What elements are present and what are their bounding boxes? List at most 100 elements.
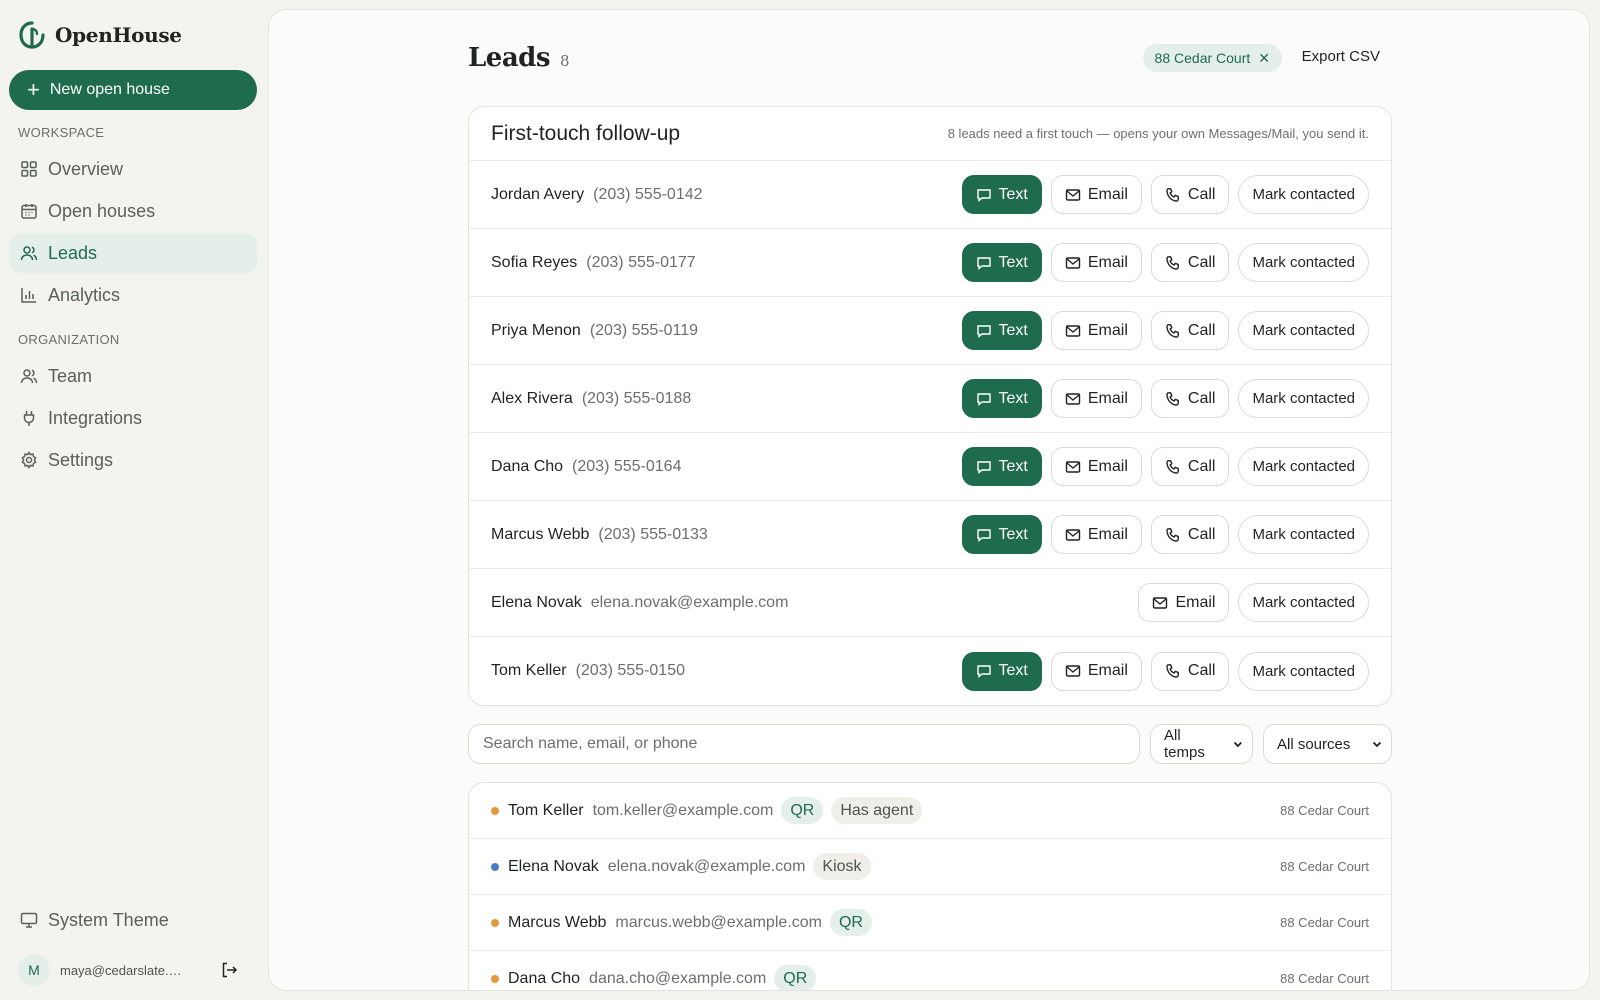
text-button-label: Text [998, 457, 1028, 475]
followup-actions: Text Email Call Mark contacted [961, 447, 1369, 486]
sources-select-value: All sources [1277, 735, 1351, 753]
sidebar-item-overview[interactable]: Overview [9, 149, 257, 189]
temperature-dot [491, 918, 499, 927]
call-button-label: Call [1187, 253, 1216, 271]
user-account[interactable]: M maya@cedarslate.com [9, 940, 257, 1000]
text-button[interactable]: Text [961, 379, 1042, 418]
source-tag: Has agent [831, 797, 923, 824]
lead-row[interactable]: Dana Cho dana.cho@example.com QR 88 Ceda… [469, 951, 1391, 990]
email-button[interactable]: Email [1050, 515, 1142, 554]
new-open-house-label: New open house [49, 81, 170, 98]
workspace-nav: Overview Open houses Leads Analytics [9, 149, 257, 315]
export-csv-button[interactable]: Export CSV [1302, 48, 1380, 65]
sidebar-item-leads[interactable]: Leads [9, 233, 257, 273]
mark-contacted-button[interactable]: Mark contacted [1238, 583, 1369, 622]
followup-actions: Text Email Call Mark contacted [961, 175, 1369, 214]
mark-contacted-button[interactable]: Mark contacted [1238, 175, 1369, 214]
property-filter-chip[interactable]: 88 Cedar Court ✕ [1142, 44, 1282, 72]
message-icon [976, 459, 992, 475]
text-button[interactable]: Text [961, 243, 1042, 282]
lead-email: tom.keller@example.com [592, 801, 774, 819]
text-button-label: Text [998, 321, 1028, 339]
lead-row[interactable]: Elena Novak elena.novak@example.com Kios… [469, 839, 1391, 895]
temps-select[interactable]: All temps [1150, 724, 1253, 764]
text-button[interactable]: Text [961, 175, 1042, 214]
email-button[interactable]: Email [1050, 311, 1142, 350]
text-button[interactable]: Text [961, 447, 1042, 486]
call-button[interactable]: Call [1150, 515, 1230, 554]
brand[interactable]: OpenHouse [9, 0, 257, 70]
email-button-label: Email [1175, 593, 1216, 611]
text-button-label: Text [998, 525, 1028, 543]
text-button[interactable]: Text [961, 311, 1042, 350]
mail-icon [1065, 459, 1081, 475]
plus-icon: + [27, 77, 40, 102]
lead-contact: (203) 555-0142 [593, 185, 703, 203]
email-button-label: Email [1087, 253, 1128, 271]
source-tag: QR [781, 797, 824, 824]
logout-icon[interactable] [220, 961, 238, 979]
sidebar-item-label: Integrations [48, 407, 143, 428]
followup-row: Elena Novak elena.novak@example.com Emai… [469, 569, 1391, 637]
mark-contacted-button[interactable]: Mark contacted [1238, 515, 1369, 554]
email-button[interactable]: Email [1050, 379, 1142, 418]
followup-row: Marcus Webb (203) 555-0133 Text Email Call… [469, 501, 1391, 569]
call-button[interactable]: Call [1150, 651, 1230, 691]
mail-icon [1065, 187, 1081, 203]
monitor-icon [20, 912, 38, 928]
email-button[interactable]: Email [1050, 243, 1142, 282]
mark-contacted-button[interactable]: Mark contacted [1238, 379, 1369, 418]
temperature-dot [491, 806, 499, 815]
call-button[interactable]: Call [1150, 175, 1230, 214]
chevron-down-icon [1372, 741, 1382, 748]
close-icon[interactable]: ✕ [1258, 50, 1270, 67]
mail-icon [1065, 391, 1081, 407]
mark-contacted-button[interactable]: Mark contacted [1238, 311, 1369, 350]
email-button[interactable]: Email [1050, 447, 1142, 486]
call-button[interactable]: Call [1150, 447, 1230, 486]
lead-row[interactable]: Marcus Webb marcus.webb@example.com QR 8… [469, 895, 1391, 951]
lead-name: Jordan Avery [491, 185, 585, 203]
text-button[interactable]: Text [961, 515, 1042, 554]
lead-property: 88 Cedar Court [1280, 915, 1369, 930]
users-icon [20, 246, 38, 261]
followup-row: Tom Keller (203) 555-0150 Text Email Call M… [469, 637, 1391, 705]
new-open-house-button[interactable]: + New open house [9, 70, 257, 110]
theme-toggle[interactable]: System Theme [9, 900, 257, 940]
mark-contacted-button[interactable]: Mark contacted [1238, 243, 1369, 282]
email-button[interactable]: Email [1050, 651, 1142, 691]
search-input[interactable] [468, 724, 1140, 764]
followup-actions: Text Email Call Mark contacted [961, 379, 1369, 418]
mark-contacted-button[interactable]: Mark contacted [1238, 447, 1369, 486]
lead-name: Elena Novak [508, 857, 599, 875]
sidebar-item-open-houses[interactable]: Open houses [9, 191, 257, 231]
sidebar-item-settings[interactable]: Settings [9, 440, 257, 480]
calendar-icon [21, 204, 37, 219]
followup-row: Jordan Avery (203) 555-0142 Text Email Cal… [469, 161, 1391, 229]
mail-icon [1065, 663, 1081, 679]
call-button[interactable]: Call [1150, 311, 1230, 350]
followup-header: First-touch follow-up 8 leads need a fir… [469, 107, 1391, 161]
followup-actions: Text Email Call Mark contacted [961, 243, 1369, 282]
followup-row: Dana Cho (203) 555-0164 Text Email Call Mar… [469, 433, 1391, 501]
message-icon [976, 255, 992, 271]
lead-name: Sofia Reyes [491, 253, 578, 271]
organization-section-label: ORGANIZATION [18, 332, 120, 347]
email-button[interactable]: Email [1138, 583, 1230, 622]
followup-subtitle: 8 leads need a first touch — opens your … [947, 126, 1369, 141]
lead-name: Alex Rivera [491, 389, 573, 407]
call-button[interactable]: Call [1150, 379, 1230, 418]
sidebar-item-analytics[interactable]: Analytics [9, 275, 257, 315]
temperature-dot [491, 974, 499, 983]
email-button[interactable]: Email [1050, 175, 1142, 214]
phone-icon [1165, 323, 1181, 339]
lead-row[interactable]: Tom Keller tom.keller@example.com QR Has … [469, 783, 1391, 839]
lead-name: Tom Keller [508, 801, 584, 819]
sidebar-item-integrations[interactable]: Integrations [9, 398, 257, 438]
phone-icon [1165, 527, 1181, 543]
mark-contacted-button[interactable]: Mark contacted [1238, 651, 1369, 691]
sources-select[interactable]: All sources [1263, 724, 1392, 764]
call-button[interactable]: Call [1150, 243, 1230, 282]
text-button[interactable]: Text [961, 651, 1042, 691]
sidebar-item-team[interactable]: Team [9, 356, 257, 396]
